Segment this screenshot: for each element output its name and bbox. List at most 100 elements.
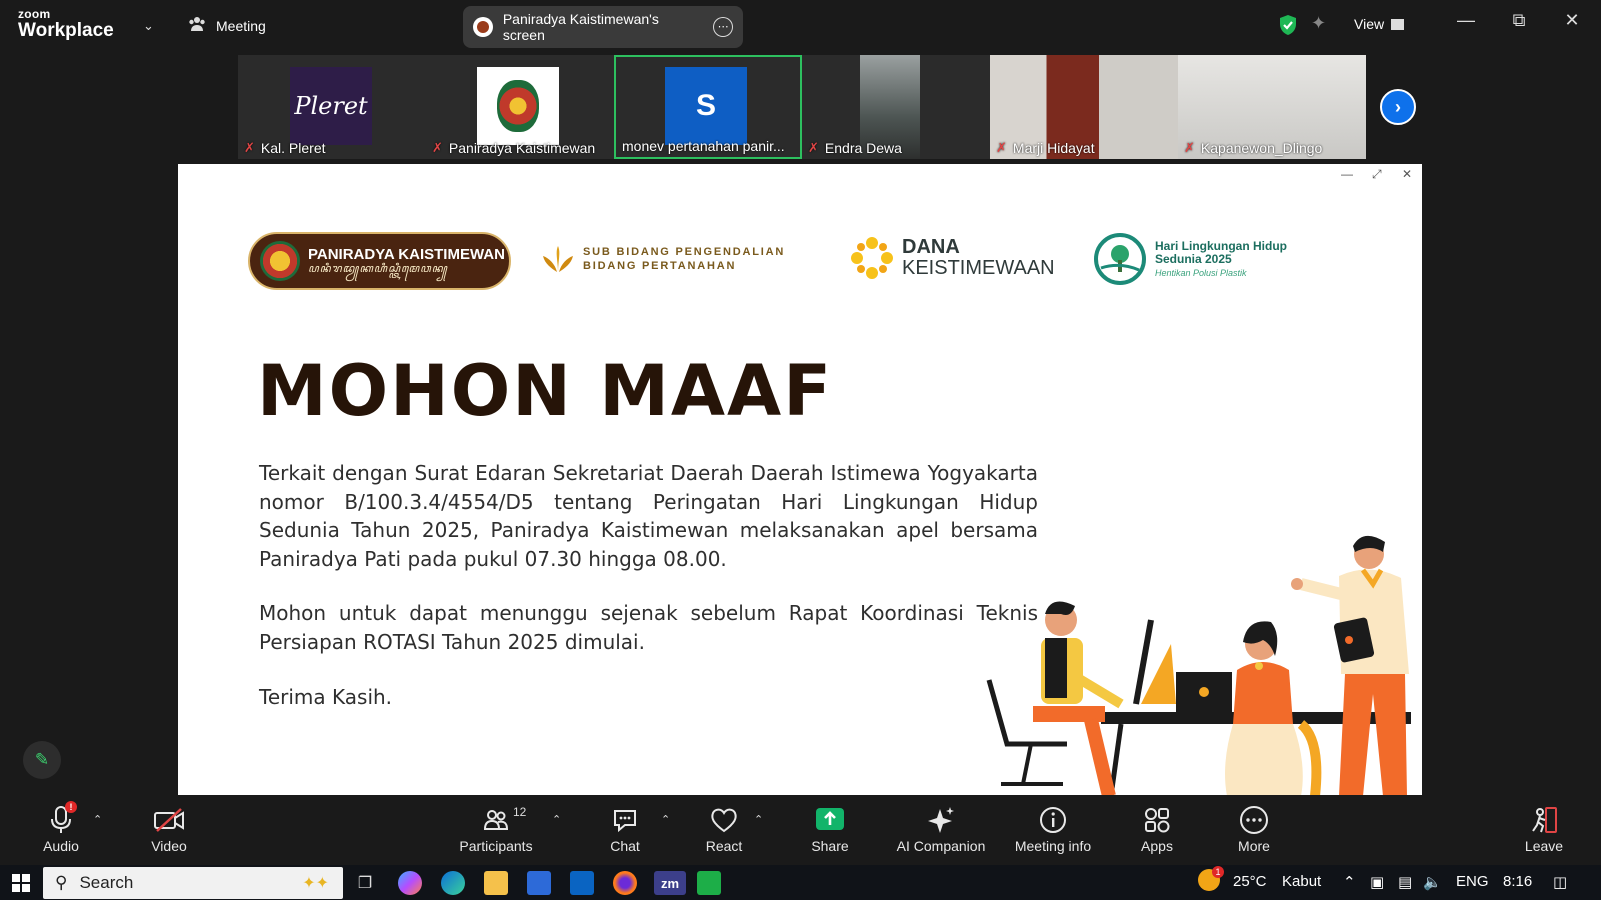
language-indicator[interactable]: ENG — [1456, 873, 1489, 890]
mic-muted-icon: ✗ — [432, 140, 443, 155]
clock-time[interactable]: 8:16 — [1503, 873, 1532, 890]
react-options-caret[interactable]: ⌃ — [754, 813, 763, 826]
chat-button[interactable]: Chat — [575, 803, 675, 854]
search-icon: ⚲ — [55, 873, 68, 892]
mic-muted-icon: ✗ — [1184, 140, 1195, 155]
volume-icon[interactable]: 🔈 — [1423, 873, 1442, 891]
participant-name-label: Kal. Pleret — [260, 140, 326, 156]
participant-tile-active[interactable]: S monev pertanahan panir... — [614, 55, 802, 159]
expand-share-icon[interactable]: ⤢ — [1372, 167, 1382, 182]
paniradya-logo-script: ꦥꦤꦶꦫꦢꦾꦏꦲꦶꦱ꧀ꦠꦶꦩꦺꦮꦤ꧀ — [308, 263, 448, 276]
slide-paragraph-2: Mohon untuk dapat menunggu sejenak sebel… — [259, 601, 1038, 654]
close-share-icon[interactable]: ✕ — [1402, 167, 1412, 181]
minimize-icon[interactable]: — — [1451, 10, 1481, 31]
outlook-icon[interactable] — [570, 871, 594, 895]
share-button[interactable]: Share — [780, 803, 880, 854]
camera-in-use-icon[interactable]: ▣ — [1370, 873, 1384, 891]
tray-chevron-up-icon[interactable]: ⌃ — [1343, 873, 1356, 891]
weather-icon[interactable]: 1 — [1198, 866, 1224, 895]
react-label: React — [705, 838, 743, 854]
participants-options-caret[interactable]: ⌃ — [552, 813, 561, 826]
audio-options-caret[interactable]: ⌃ — [93, 813, 102, 826]
audio-label: Audio — [43, 838, 79, 854]
pleret-logo: Pleret — [290, 67, 372, 145]
sparkle-icon[interactable]: ✦ — [1311, 13, 1326, 34]
microsoft-store-icon[interactable] — [527, 871, 551, 895]
people-icon — [188, 16, 206, 35]
participant-tile[interactable]: ✗ Endra Dewa — [802, 55, 990, 159]
hari-line3: Hentikan Polusi Plastik — [1155, 268, 1247, 279]
meeting-info-button[interactable]: Meeting info — [1003, 803, 1103, 854]
mic-muted-icon: ✗ — [808, 140, 819, 155]
apps-label: Apps — [1141, 838, 1173, 854]
zoom-taskbar-icon[interactable]: zm — [654, 871, 686, 895]
view-button[interactable]: View — [1354, 16, 1405, 32]
video-label: Video — [151, 838, 187, 854]
minimize-share-icon[interactable]: — — [1341, 167, 1353, 181]
leaf-icon — [543, 246, 573, 272]
restore-icon[interactable]: ⧉ — [1504, 10, 1534, 31]
share-screen-icon — [816, 808, 844, 830]
more-options-icon[interactable]: ⋯ — [713, 17, 733, 37]
sharer-avatar — [473, 17, 493, 37]
participants-button[interactable]: 12 Participants — [446, 803, 546, 854]
copilot-icon[interactable] — [398, 871, 422, 895]
edge-browser-icon[interactable] — [441, 871, 465, 895]
next-page-button[interactable]: › — [1380, 89, 1416, 125]
view-label: View — [1354, 16, 1385, 32]
participant-tile[interactable]: Pleret ✗ Kal. Pleret — [238, 55, 426, 159]
react-button[interactable]: React — [674, 803, 774, 854]
participant-name: ✗ Paniradya Kaistimewan — [432, 140, 595, 156]
close-icon[interactable]: ✕ — [1557, 10, 1587, 31]
logo-row: PANIRADYA KAISTIMEWAN ꦥꦤꦶꦫꦢꦾꦏꦲꦶꦱ꧀ꦠꦶꦩꦺꦮꦤ꧀… — [178, 232, 1422, 292]
annotate-pencil-button[interactable]: ✎ — [23, 741, 61, 779]
participant-tile[interactable]: ✗ Marji Hidayat — [990, 55, 1178, 159]
title-bar: zoom Workplace ⌄ Meeting Paniradya Kaist… — [0, 0, 1601, 54]
dana-line2: KEISTIMEWAAN — [902, 257, 1055, 279]
grid-icon — [1391, 18, 1405, 30]
ai-companion-button[interactable]: AI Companion — [891, 803, 991, 854]
task-view-icon[interactable]: ❐ — [353, 871, 377, 895]
weather-badge: 1 — [1212, 866, 1224, 878]
participant-name: ✗ Kapanewon_Dlingo — [1184, 140, 1322, 156]
participant-tile[interactable]: ✗ Paniradya Kaistimewan — [426, 55, 614, 159]
paniradya-logo: PANIRADYA KAISTIMEWAN ꦥꦤꦶꦫꦢꦾꦏꦲꦶꦱ꧀ꦠꦶꦩꦺꦮꦤ꧀ — [248, 232, 511, 290]
meeting-menu[interactable]: Meeting — [188, 16, 266, 35]
taskbar-search-box[interactable]: ⚲ Search ✦✦ — [43, 867, 343, 899]
search-placeholder: Search — [79, 873, 134, 892]
sub-bidang-line1: SUB BIDANG PENGENDALIAN — [583, 245, 786, 258]
network-icon[interactable]: ▤ — [1398, 873, 1412, 891]
apps-button[interactable]: Apps — [1107, 803, 1207, 854]
audio-button[interactable]: ! Audio — [11, 801, 111, 854]
weather-desc[interactable]: Kabut — [1282, 873, 1321, 890]
slide-paragraph-3: Terima Kasih. — [259, 685, 393, 709]
globe-tree-icon — [1094, 233, 1146, 285]
firefox-icon[interactable] — [613, 871, 637, 895]
video-button[interactable]: Video — [119, 803, 219, 854]
screen-share-indicator[interactable]: Paniradya Kaistimewan's screen ⋯ — [463, 6, 743, 48]
ai-sparkle-icon — [928, 807, 954, 833]
notifications-icon[interactable]: ◫ — [1553, 873, 1567, 891]
windows-start-icon[interactable] — [12, 874, 30, 892]
chevron-down-icon[interactable]: ⌄ — [143, 18, 154, 34]
shield-check-icon[interactable] — [1278, 14, 1298, 41]
meeting-toolbar: ! Audio ⌃ Video 12 Participants ⌃ Chat ⌃… — [0, 797, 1601, 865]
spreadsheet-app-icon[interactable] — [697, 871, 721, 895]
dana-keistimewaan-logo: DANA KEISTIMEWAAN — [848, 234, 1055, 282]
weather-temp[interactable]: 25°C — [1233, 873, 1267, 890]
chat-icon — [614, 810, 636, 833]
flower-icon — [851, 237, 893, 279]
hari-line2: Sedunia 2025 — [1155, 252, 1232, 266]
chat-options-caret[interactable]: ⌃ — [661, 813, 670, 826]
participants-icon — [483, 810, 509, 830]
participant-name: monev pertanahan panir... — [622, 138, 785, 154]
sub-bidang-logo: SUB BIDANG PENGENDALIAN BIDANG PERTANAHA… — [541, 244, 785, 274]
participant-tile[interactable]: ✗ Kapanewon_Dlingo — [1178, 55, 1366, 159]
file-explorer-icon[interactable] — [484, 871, 508, 895]
participant-name-label: monev pertanahan panir... — [622, 138, 785, 154]
paniradya-avatar — [477, 67, 559, 145]
more-button[interactable]: More — [1204, 803, 1304, 854]
leave-label: Leave — [1524, 838, 1564, 854]
leave-button[interactable]: Leave — [1494, 803, 1594, 854]
windows-taskbar: ⚲ Search ✦✦ ❐ zm 1 25°C Kabut ⌃ ▣ ▤ 🔈 EN… — [0, 865, 1601, 900]
